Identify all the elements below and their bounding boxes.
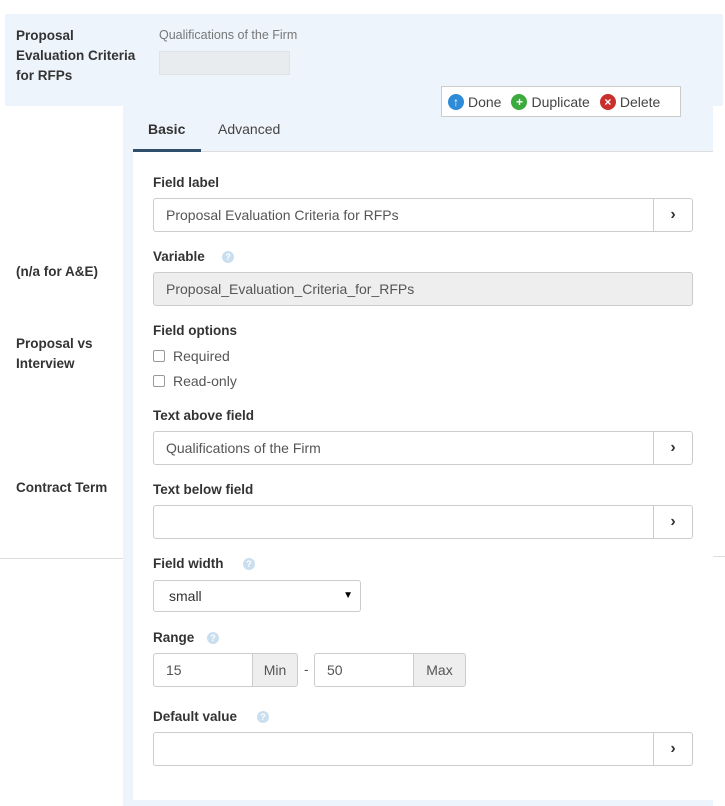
required-label: Required [173, 348, 230, 364]
field-options-heading: Field options [153, 323, 237, 338]
active-tab-indicator [133, 149, 201, 152]
range-max-addon: Max [413, 653, 466, 687]
row-label-contract-term: Contract Term [16, 480, 108, 495]
row-label-proposal-vs-interview: Proposal vs Interview [16, 336, 93, 371]
required-checkbox[interactable] [153, 350, 165, 362]
editor-tabs: Basic Advanced [133, 106, 713, 152]
readonly-option[interactable]: Read-only [153, 373, 237, 389]
default-value-chevron-button[interactable]: › [653, 732, 693, 766]
row-divider [0, 558, 125, 559]
required-option[interactable]: Required [153, 348, 230, 364]
preview-field-input[interactable] [159, 51, 290, 75]
variable-heading: Variable [153, 249, 205, 264]
help-icon[interactable]: ? [207, 632, 219, 644]
readonly-label: Read-only [173, 373, 237, 389]
default-value-input[interactable] [153, 732, 654, 766]
range-max-input[interactable]: 50 [314, 653, 414, 687]
default-value-heading: Default value [153, 709, 238, 724]
text-below-heading: Text below field [153, 482, 254, 497]
help-icon[interactable]: ? [243, 558, 255, 570]
tab-advanced[interactable]: Advanced [218, 121, 280, 137]
row-label-na-ae: (n/a for A&E) [16, 264, 98, 279]
caret-down-icon: ▼ [343, 590, 353, 601]
field-label-input[interactable]: Proposal Evaluation Criteria for RFPs [153, 198, 654, 232]
range-min-input[interactable]: 15 [153, 653, 253, 687]
field-label-heading: Field label [153, 175, 220, 190]
preview-text-above: Qualifications of the Firm [159, 28, 298, 42]
range-heading: Range [153, 630, 195, 645]
tab-basic[interactable]: Basic [148, 121, 185, 137]
text-above-input[interactable]: Qualifications of the Firm [153, 431, 654, 465]
range-min-addon: Min [252, 653, 298, 687]
help-icon[interactable]: ? [257, 711, 269, 723]
field-width-select[interactable]: small ▼ [153, 580, 361, 612]
text-above-chevron-button[interactable]: › [653, 431, 693, 465]
text-above-heading: Text above field [153, 408, 255, 423]
editor-panel-body [133, 152, 713, 800]
range-separator: - [304, 661, 309, 677]
row-label-proposal-evaluation: Proposal Evaluation Criteria for RFPs [16, 28, 136, 83]
text-below-chevron-button[interactable]: › [653, 505, 693, 539]
text-below-input[interactable] [153, 505, 654, 539]
row-divider [713, 556, 725, 557]
field-label-chevron-button[interactable]: › [653, 198, 693, 232]
field-width-heading: Field width [153, 556, 224, 571]
help-icon[interactable]: ? [222, 251, 234, 263]
variable-input: Proposal_Evaluation_Criteria_for_RFPs [153, 272, 693, 306]
field-width-value: small [169, 588, 202, 604]
readonly-checkbox[interactable] [153, 375, 165, 387]
